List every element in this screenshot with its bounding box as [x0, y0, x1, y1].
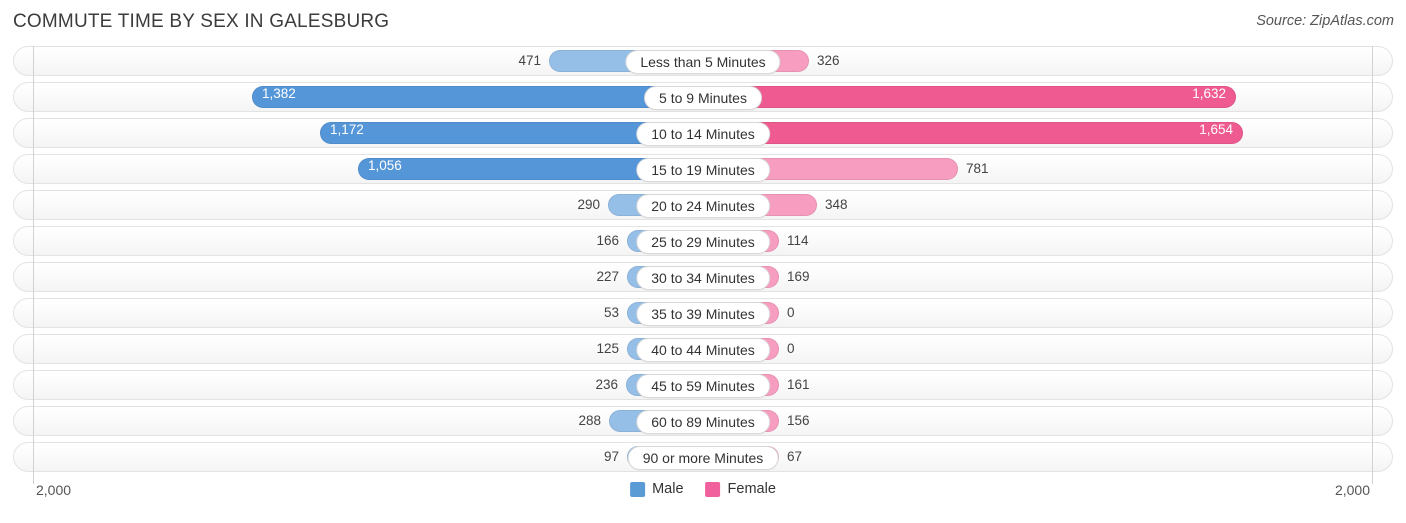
male-bar[interactable]: 1,382: [252, 86, 703, 108]
male-value-label: 236: [595, 377, 618, 393]
female-value-label: 169: [787, 269, 810, 285]
chart-footer: 2,000 2,000 Male Female: [13, 478, 1393, 518]
legend-label: Male: [652, 481, 684, 497]
category-label: 35 to 39 Minutes: [636, 302, 770, 326]
chart-header: COMMUTE TIME BY SEX IN GALESBURG Source:…: [0, 0, 1406, 46]
male-value-label: 288: [578, 413, 601, 429]
table-row: 1,172 1,654 10 to 14 Minutes: [13, 118, 1393, 148]
male-value-label: 227: [596, 269, 619, 285]
category-label: 45 to 59 Minutes: [636, 374, 770, 398]
female-value-label: 348: [825, 197, 848, 213]
table-row: 166 114 25 to 29 Minutes: [13, 226, 1393, 256]
legend-item-female[interactable]: Female: [705, 481, 776, 497]
male-value-label: 97: [603, 449, 619, 465]
category-label: 30 to 34 Minutes: [636, 266, 770, 290]
table-row: 471 326 Less than 5 Minutes: [13, 46, 1393, 76]
table-row: 97 67 90 or more Minutes: [13, 442, 1393, 472]
category-label: Less than 5 Minutes: [625, 50, 781, 74]
chart-plot-area: 471 326 Less than 5 Minutes 1,382 1,632 5 to …: [13, 46, 1393, 484]
axis-tick-right: 2,000: [1334, 482, 1370, 498]
table-row: 227 169 30 to 34 Minutes: [13, 262, 1393, 292]
category-label: 25 to 29 Minutes: [636, 230, 770, 254]
female-value-label: 326: [817, 53, 840, 69]
bar-rows: 471 326 Less than 5 Minutes 1,382 1,632 5 to …: [13, 46, 1393, 472]
category-label: 5 to 9 Minutes: [644, 86, 762, 110]
category-label: 90 or more Minutes: [627, 446, 779, 470]
table-row: 53 0 35 to 39 Minutes: [13, 298, 1393, 328]
female-value-label: 0: [787, 305, 795, 321]
table-row: 1,382 1,632 5 to 9 Minutes: [13, 82, 1393, 112]
table-row: 236 161 45 to 59 Minutes: [13, 370, 1393, 400]
male-value-label: 1,172: [330, 122, 364, 137]
axis-line-left: [33, 46, 34, 484]
table-row: 125 0 40 to 44 Minutes: [13, 334, 1393, 364]
male-value-label: 1,382: [262, 86, 296, 101]
female-bar[interactable]: 1,654: [703, 122, 1243, 144]
female-value-label: 161: [787, 377, 810, 393]
male-value-label: 125: [596, 341, 619, 357]
table-row: 288 156 60 to 89 Minutes: [13, 406, 1393, 436]
source-attribution: Source: ZipAtlas.com: [1256, 13, 1394, 29]
category-label: 10 to 14 Minutes: [636, 122, 770, 146]
female-bar-group: 1,632: [703, 86, 1236, 108]
male-value-label: 53: [603, 305, 619, 321]
legend-swatch-icon: [630, 481, 646, 497]
legend-label: Female: [727, 481, 776, 497]
male-value-label: 1,056: [368, 158, 402, 173]
male-value-label: 471: [518, 53, 541, 69]
male-value-label: 166: [596, 233, 619, 249]
table-row: 290 348 20 to 24 Minutes: [13, 190, 1393, 220]
legend-swatch-icon: [705, 481, 721, 497]
female-value-label: 1,632: [1192, 86, 1226, 101]
table-row: 1,056 781 15 to 19 Minutes: [13, 154, 1393, 184]
category-label: 60 to 89 Minutes: [636, 410, 770, 434]
female-value-label: 1,654: [1199, 122, 1233, 137]
female-value-label: 781: [966, 161, 989, 177]
category-label: 20 to 24 Minutes: [636, 194, 770, 218]
female-value-label: 67: [787, 449, 803, 465]
female-value-label: 0: [787, 341, 795, 357]
male-value-label: 290: [577, 197, 600, 213]
female-bar-group: 1,654: [703, 122, 1243, 144]
chart-legend: Male Female: [630, 481, 776, 497]
axis-line-right: [1372, 46, 1373, 484]
female-value-label: 114: [787, 233, 809, 249]
axis-tick-left: 2,000: [36, 482, 72, 498]
male-bar-group: 1,382: [252, 86, 703, 108]
legend-item-male[interactable]: Male: [630, 481, 684, 497]
page-title: COMMUTE TIME BY SEX IN GALESBURG: [13, 11, 390, 32]
category-label: 15 to 19 Minutes: [636, 158, 770, 182]
female-bar[interactable]: 1,632: [703, 86, 1236, 108]
category-label: 40 to 44 Minutes: [636, 338, 770, 362]
female-value-label: 156: [787, 413, 810, 429]
